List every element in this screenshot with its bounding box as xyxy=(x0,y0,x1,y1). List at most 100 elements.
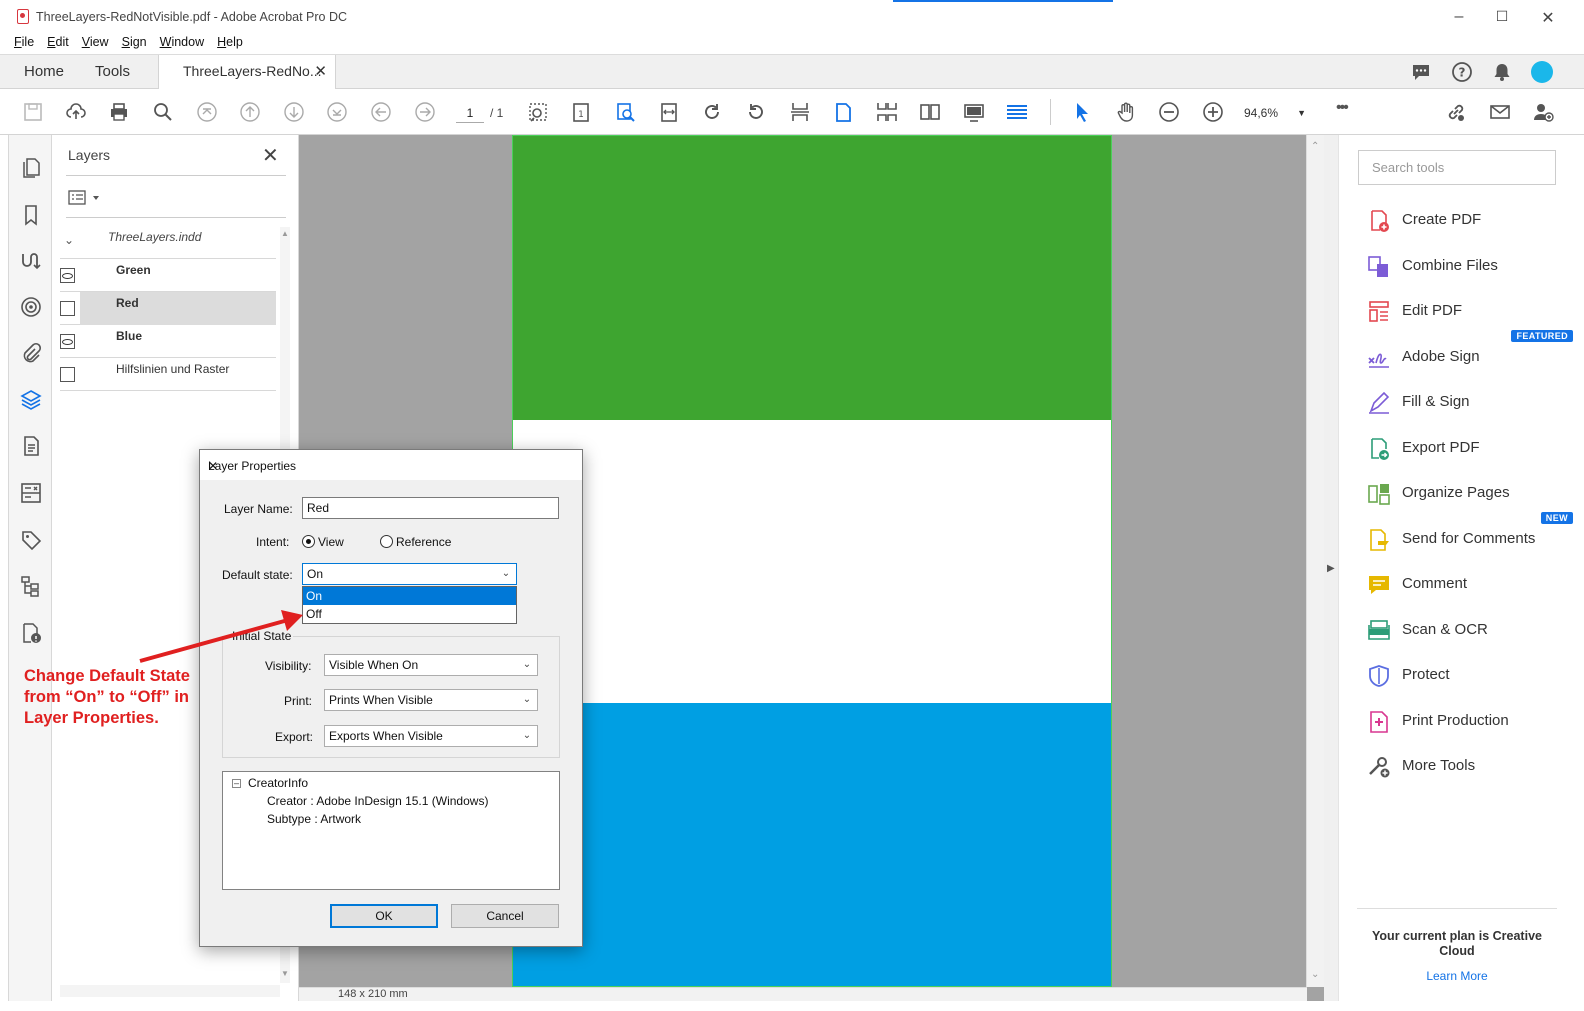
tool-organize-pages[interactable]: Organize Pages xyxy=(1367,480,1577,508)
document-horizontal-scrollbar[interactable] xyxy=(299,987,1307,1001)
tool-create-pdf[interactable]: Create PDF xyxy=(1367,207,1577,235)
layer-row-blue[interactable]: Blue xyxy=(60,325,276,358)
menu-window[interactable]: Window xyxy=(160,34,204,54)
search-zoom-icon[interactable] xyxy=(152,101,174,123)
default-state-option-off[interactable]: Off xyxy=(303,605,516,623)
intent-view-radio[interactable] xyxy=(302,535,315,548)
print-dropdown[interactable]: Prints When Visible ⌄ xyxy=(324,689,538,711)
default-state-option-on[interactable]: On xyxy=(303,587,516,605)
order-panel-icon[interactable] xyxy=(20,482,42,504)
back-view-icon[interactable] xyxy=(370,101,392,123)
email-icon[interactable] xyxy=(1489,101,1511,123)
tool-send-comments[interactable]: Send for Comments NEW xyxy=(1367,511,1577,554)
content-icon[interactable] xyxy=(20,435,42,457)
minimize-button[interactable]: – xyxy=(1449,8,1469,26)
zoom-out-icon[interactable] xyxy=(1158,101,1180,123)
tool-adobe-sign[interactable]: Adobe Sign FEATURED xyxy=(1367,329,1577,372)
forward-view-icon[interactable] xyxy=(414,101,436,123)
hand-tool-icon[interactable] xyxy=(1115,101,1137,123)
close-window-button[interactable]: ✕ xyxy=(1538,8,1558,28)
layer-visibility-toggle[interactable] xyxy=(60,367,75,382)
close-tab-icon[interactable]: ✕ xyxy=(314,55,327,88)
page-thumbnails-icon[interactable] xyxy=(20,157,42,179)
scroll-down-icon[interactable]: ⌄ xyxy=(1311,969,1319,980)
zoom-in-icon[interactable] xyxy=(1202,101,1224,123)
next-page-icon[interactable] xyxy=(283,101,305,123)
layer-row-green[interactable]: Green xyxy=(60,259,276,292)
rotate-counterclockwise-icon[interactable] xyxy=(745,101,767,123)
layers-root-document[interactable]: ThreeLayers.indd xyxy=(108,230,201,244)
menu-file[interactable]: File xyxy=(14,34,34,54)
marquee-zoom-icon[interactable] xyxy=(527,101,549,123)
layer-row-red[interactable]: Red xyxy=(60,292,276,325)
find-text-icon[interactable] xyxy=(614,101,636,123)
maximize-button[interactable]: ☐ xyxy=(1492,8,1512,25)
destinations-icon[interactable] xyxy=(20,296,42,318)
cancel-button[interactable]: Cancel xyxy=(451,904,559,928)
collapse-arrow-icon[interactable]: ▶ xyxy=(1327,563,1335,574)
default-state-dropdown[interactable]: On ⌄ xyxy=(302,563,517,585)
intent-reference-radio[interactable] xyxy=(380,535,393,548)
learn-more-link[interactable]: Learn More xyxy=(1357,969,1557,983)
signatures-icon[interactable] xyxy=(20,250,42,272)
scroll-up-icon[interactable]: ⌃ xyxy=(1311,141,1319,152)
right-pane-collapse-bar[interactable]: ▶ xyxy=(1324,135,1338,1001)
comments-icon[interactable] xyxy=(1410,61,1432,83)
scroll-down-icon[interactable]: ▼ xyxy=(281,969,289,978)
creator-info-tree[interactable]: – CreatorInfo Creator : Adobe InDesign 1… xyxy=(222,771,560,890)
layer-visibility-toggle[interactable] xyxy=(60,268,75,283)
document-vertical-scrollbar[interactable]: ⌃ ⌄ xyxy=(1306,135,1324,987)
tab-home[interactable]: Home xyxy=(24,55,64,89)
first-page-icon[interactable] xyxy=(196,101,218,123)
page-display-icon[interactable]: 1 xyxy=(570,101,592,123)
visibility-dropdown[interactable]: Visible When On ⌄ xyxy=(324,654,538,676)
menu-view[interactable]: View xyxy=(82,34,109,54)
layer-name-field[interactable] xyxy=(302,497,559,519)
zoom-level-dropdown[interactable]: 94,6% ▼ xyxy=(1244,103,1310,123)
fit-width-icon[interactable] xyxy=(658,101,680,123)
read-mode-icon[interactable] xyxy=(963,101,985,123)
tool-scan-ocr[interactable]: Scan & OCR xyxy=(1367,617,1577,645)
help-icon[interactable]: ? xyxy=(1451,61,1473,83)
tool-combine-files[interactable]: Combine Files xyxy=(1367,253,1577,281)
previous-page-icon[interactable] xyxy=(239,101,261,123)
rotate-clockwise-icon[interactable] xyxy=(701,101,723,123)
close-layers-panel-icon[interactable]: ✕ xyxy=(262,143,279,168)
tool-fill-sign[interactable]: Fill & Sign xyxy=(1367,389,1577,417)
layers-horizontal-scrollbar[interactable] xyxy=(60,985,280,997)
save-icon[interactable] xyxy=(22,101,44,123)
collapse-node-icon[interactable]: – xyxy=(232,779,241,788)
layer-row-guides[interactable]: Hilfslinien und Raster xyxy=(60,358,276,391)
model-tree-icon[interactable] xyxy=(20,575,42,597)
last-page-icon[interactable] xyxy=(326,101,348,123)
layer-visibility-toggle[interactable] xyxy=(60,301,75,316)
tool-more-tools[interactable]: More Tools xyxy=(1367,753,1577,781)
page-number-input[interactable]: 1 xyxy=(456,103,484,123)
share-link-icon[interactable] xyxy=(1445,101,1467,123)
expand-chevron-icon[interactable]: ⌄ xyxy=(64,233,74,247)
layer-visibility-toggle[interactable] xyxy=(60,334,75,349)
more-options-icon[interactable]: ••• xyxy=(1336,99,1349,117)
layers-icon[interactable] xyxy=(20,389,42,411)
user-avatar-icon[interactable] xyxy=(1531,61,1553,83)
notifications-bell-icon[interactable] xyxy=(1491,61,1513,83)
menu-sign[interactable]: Sign xyxy=(122,34,147,54)
attachments-icon[interactable] xyxy=(20,342,42,364)
two-page-view-icon[interactable] xyxy=(919,101,941,123)
layers-options-menu-icon[interactable] xyxy=(68,189,104,207)
single-page-icon[interactable] xyxy=(832,101,854,123)
security-settings-icon[interactable] xyxy=(20,622,42,644)
two-page-scroll-icon[interactable] xyxy=(876,101,898,123)
tab-document[interactable]: ThreeLayers-RedNo... ✕ xyxy=(158,55,336,89)
tool-protect[interactable]: Protect xyxy=(1367,662,1577,690)
tags-icon[interactable] xyxy=(20,529,42,551)
select-cursor-icon[interactable] xyxy=(1071,101,1093,123)
export-dropdown[interactable]: Exports When Visible ⌄ xyxy=(324,725,538,747)
ok-button[interactable]: OK xyxy=(330,904,438,928)
upload-cloud-icon[interactable] xyxy=(65,101,87,123)
creator-info-node[interactable]: CreatorInfo xyxy=(248,776,308,790)
menu-help[interactable]: Help xyxy=(217,34,243,54)
menu-edit[interactable]: Edit xyxy=(47,34,69,54)
scrolling-mode-icon[interactable] xyxy=(1006,101,1028,123)
add-user-icon[interactable] xyxy=(1532,101,1554,123)
